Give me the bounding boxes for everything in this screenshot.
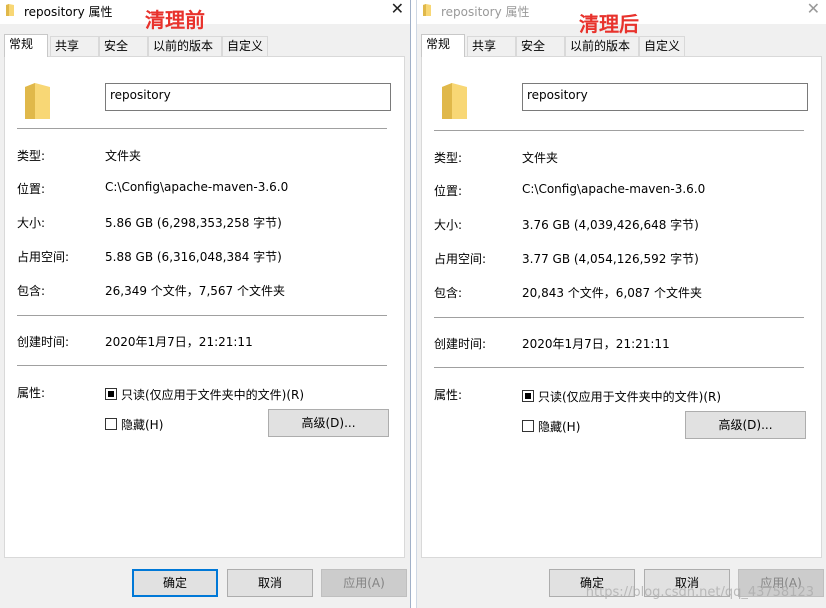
tab-security[interactable]: 安全 [516, 36, 565, 56]
apply-button[interactable]: 应用(A) [321, 569, 407, 597]
properties-window-after: repository 属性 ✕ 清理后 常规 共享 安全 以前的版本 自定义 r… [416, 0, 826, 608]
type-value: 文件夹 [522, 151, 559, 165]
readonly-checkbox[interactable] [522, 390, 534, 402]
folder-icon [6, 4, 14, 16]
divider [17, 365, 387, 366]
folder-name-input[interactable]: repository [522, 83, 808, 111]
created-value: 2020年1月7日，21:21:11 [522, 337, 670, 351]
type-value: 文件夹 [105, 149, 142, 163]
tab-general[interactable]: 常规 [4, 34, 48, 57]
general-panel: repository 类型: 文件夹 位置: C:\Config\apache-… [421, 56, 822, 558]
disk-size-label: 占用空间: [17, 250, 70, 264]
properties-window-before: repository 属性 ✕ 清理前 常规 共享 安全 以前的版本 自定义 r… [0, 0, 411, 608]
tab-customize[interactable]: 自定义 [222, 36, 268, 56]
divider [434, 367, 804, 368]
tab-previous-versions[interactable]: 以前的版本 [148, 36, 222, 56]
general-panel: repository 类型: 文件夹 位置: C:\Config\apache-… [4, 56, 405, 558]
tab-general[interactable]: 常规 [421, 34, 465, 57]
tab-security[interactable]: 安全 [99, 36, 148, 56]
contains-label: 包含: [17, 284, 46, 298]
location-label: 位置: [17, 182, 46, 196]
divider [17, 315, 387, 316]
readonly-checkbox[interactable] [105, 388, 117, 400]
hidden-label[interactable]: 隐藏(H) [538, 418, 580, 435]
size-label: 大小: [17, 216, 46, 230]
size-value: 3.76 GB (4,039,426,648 字节) [522, 218, 699, 232]
folder-icon [423, 4, 431, 16]
contains-label: 包含: [434, 286, 463, 300]
divider [17, 128, 387, 129]
divider [434, 130, 804, 131]
size-value: 5.86 GB (6,298,353,258 字节) [105, 216, 282, 230]
disk-size-value: 3.77 GB (4,054,126,592 字节) [522, 252, 699, 266]
folder-icon [25, 83, 50, 119]
window-title: repository 属性 [441, 5, 530, 19]
window-title: repository 属性 [24, 5, 113, 19]
readonly-label[interactable]: 只读(仅应用于文件夹中的文件)(R) [121, 386, 304, 403]
location-value: C:\Config\apache-maven-3.6.0 [105, 180, 289, 194]
created-value: 2020年1月7日，21:21:11 [105, 335, 253, 349]
folder-name-input[interactable]: repository [105, 83, 391, 111]
attributes-label: 属性: [17, 386, 46, 400]
advanced-button[interactable]: 高级(D)... [685, 411, 806, 439]
created-label: 创建时间: [17, 335, 70, 349]
type-label: 类型: [434, 151, 463, 165]
watermark: https://blog.csdn.net/qq_43758123 [585, 585, 814, 600]
tab-sharing[interactable]: 共享 [467, 36, 516, 56]
advanced-button[interactable]: 高级(D)... [268, 409, 389, 437]
hidden-checkbox[interactable] [105, 418, 117, 430]
type-label: 类型: [17, 149, 46, 163]
hidden-checkbox[interactable] [522, 420, 534, 432]
location-label: 位置: [434, 184, 463, 198]
attributes-label: 属性: [434, 388, 463, 402]
cancel-button[interactable]: 取消 [227, 569, 313, 597]
folder-icon [442, 83, 467, 119]
annotation-label: 清理前 [145, 8, 205, 32]
readonly-label[interactable]: 只读(仅应用于文件夹中的文件)(R) [538, 388, 721, 405]
hidden-label[interactable]: 隐藏(H) [121, 416, 163, 433]
close-icon[interactable]: ✕ [807, 0, 820, 18]
close-icon[interactable]: ✕ [391, 0, 404, 18]
contains-value: 20,843 个文件，6,087 个文件夹 [522, 286, 702, 300]
tab-customize[interactable]: 自定义 [639, 36, 685, 56]
location-value: C:\Config\apache-maven-3.6.0 [522, 182, 706, 196]
title-bar[interactable]: repository 属性 ✕ [0, 0, 410, 24]
created-label: 创建时间: [434, 337, 487, 351]
annotation-label: 清理后 [579, 12, 639, 36]
tab-previous-versions[interactable]: 以前的版本 [565, 36, 639, 56]
size-label: 大小: [434, 218, 463, 232]
tab-sharing[interactable]: 共享 [50, 36, 99, 56]
disk-size-value: 5.88 GB (6,316,048,384 字节) [105, 250, 282, 264]
disk-size-label: 占用空间: [434, 252, 487, 266]
contains-value: 26,349 个文件，7,567 个文件夹 [105, 284, 285, 298]
divider [434, 317, 804, 318]
ok-button[interactable]: 确定 [132, 569, 218, 597]
